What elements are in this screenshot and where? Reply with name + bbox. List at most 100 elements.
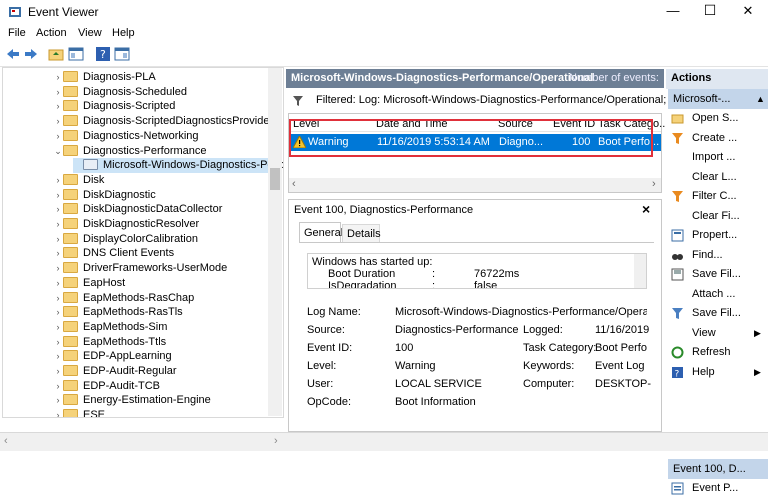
action-item[interactable]: Attach ... xyxy=(666,285,766,304)
tab-general[interactable]: General xyxy=(299,222,343,242)
status-scroll-left-icon[interactable]: ‹ xyxy=(4,435,8,447)
action-item[interactable]: Save Fil... xyxy=(666,265,766,284)
action-item[interactable]: Find... xyxy=(666,246,766,265)
chevron-right-icon[interactable]: › xyxy=(53,305,63,320)
tree-item[interactable]: › DiskDiagnostic xyxy=(53,188,156,203)
chevron-right-icon[interactable]: › xyxy=(53,335,63,350)
actions-section-log[interactable]: Microsoft-... ▲ xyxy=(668,89,768,109)
tree-item[interactable]: › DiskDiagnosticResolver xyxy=(53,217,199,232)
tree-item[interactable]: › EDP-Audit-Regular xyxy=(53,364,177,379)
tree-item[interactable]: › Diagnostics-Networking xyxy=(53,129,199,144)
tree-item[interactable]: › EapHost xyxy=(53,276,125,291)
tree-vertical-scrollbar[interactable] xyxy=(268,68,282,416)
action-item[interactable]: Save Fil... xyxy=(666,304,766,323)
forward-icon[interactable] xyxy=(23,46,39,62)
chevron-right-icon[interactable]: › xyxy=(53,393,63,408)
chevron-right-icon[interactable]: › xyxy=(53,173,63,188)
actions-title: Actions xyxy=(671,72,712,84)
chevron-right-icon[interactable]: › xyxy=(53,188,63,203)
chevron-right-icon[interactable]: › xyxy=(53,349,63,364)
scroll-left-icon[interactable]: ‹ xyxy=(292,178,296,190)
action-item[interactable]: Clear Fi... xyxy=(666,207,766,226)
tree-item[interactable]: › DisplayColorCalibration xyxy=(53,232,198,247)
tree-item[interactable]: › Diagnosis-PLA xyxy=(53,70,156,85)
log-tree[interactable]: › Diagnosis-PLA › Diagnosis-Scheduled › Diagn… xyxy=(2,67,284,418)
tree-item[interactable]: › DriverFrameworks-UserMode xyxy=(53,261,227,276)
chevron-right-icon[interactable]: › xyxy=(53,276,63,291)
folder-icon xyxy=(63,365,78,376)
chevron-right-icon[interactable]: › xyxy=(53,364,63,379)
tree-item[interactable]: › ESE xyxy=(53,408,105,417)
action-item[interactable]: Clear L... xyxy=(666,168,766,187)
action-item[interactable]: Filter C... xyxy=(666,187,766,206)
tree-item[interactable]: › DNS Client Events xyxy=(53,246,174,261)
chevron-right-icon[interactable]: › xyxy=(53,379,63,394)
tree-item[interactable]: › EDP-Audit-TCB xyxy=(53,379,160,394)
tree-item[interactable]: › Diagnosis-ScriptedDiagnosticsProvider xyxy=(53,114,273,129)
chevron-right-icon[interactable]: › xyxy=(53,246,63,261)
tree-item[interactable]: › EapMethods-RasChap xyxy=(53,291,194,306)
menu-file[interactable]: File xyxy=(8,27,26,39)
show-hide-tree-icon[interactable] xyxy=(68,46,84,62)
tree-scroll-thumb[interactable] xyxy=(270,168,280,190)
tree-item[interactable]: › EapMethods-RasTls xyxy=(53,305,183,320)
tree-item[interactable]: Microsoft-Windows-Diagnostics-Perfo xyxy=(73,158,283,174)
chevron-right-icon[interactable]: › xyxy=(53,217,63,232)
up-folder-icon[interactable] xyxy=(48,46,64,62)
show-action-pane-icon[interactable] xyxy=(114,46,130,62)
folder-icon xyxy=(63,247,78,259)
action-item[interactable]: Propert... xyxy=(666,226,766,245)
action-item[interactable]: View ▶ xyxy=(666,324,766,343)
chevron-right-icon[interactable]: › xyxy=(53,70,63,85)
menu-action[interactable]: Action xyxy=(36,27,67,39)
status-scroll-right-icon[interactable]: › xyxy=(274,435,278,447)
tree-item[interactable]: › Diagnosis-Scheduled xyxy=(53,85,187,100)
detail-close-icon[interactable]: × xyxy=(642,201,650,217)
folder-icon xyxy=(63,115,78,127)
maximize-button[interactable]: ☐ xyxy=(700,2,720,19)
action-item[interactable]: Event P... xyxy=(666,479,766,498)
chevron-right-icon[interactable]: › xyxy=(53,408,63,417)
chevron-right-icon[interactable]: › xyxy=(53,320,63,335)
tree-item[interactable]: › EapMethods-Sim xyxy=(53,320,167,335)
chevron-right-icon[interactable]: › xyxy=(53,114,63,129)
chevron-right-icon[interactable]: › xyxy=(53,129,63,144)
tree-item[interactable]: › Disk xyxy=(53,173,104,188)
menu-help[interactable]: Help xyxy=(112,27,135,39)
tree-item[interactable]: › Energy-Estimation-Engine xyxy=(53,393,211,408)
menu-view[interactable]: View xyxy=(78,27,102,39)
tree-item-label: EDP-Audit-TCB xyxy=(83,379,161,392)
message-scrollbar[interactable] xyxy=(634,254,646,288)
help-icon[interactable]: ? xyxy=(95,46,111,62)
chevron-right-icon[interactable]: › xyxy=(53,85,63,100)
action-item[interactable]: ? Help ▶ xyxy=(666,363,766,382)
chevron-down-icon[interactable]: ⌄ xyxy=(53,144,63,159)
tree-item[interactable]: › Diagnosis-Scripted xyxy=(53,99,175,114)
chevron-right-icon[interactable]: › xyxy=(53,99,63,114)
chevron-right-icon[interactable]: › xyxy=(53,261,63,276)
title-bar: Event Viewer — ☐ ✕ xyxy=(0,0,768,24)
event-message-box[interactable]: Windows has started up: Boot Duration : … xyxy=(307,253,647,289)
chevron-right-icon[interactable]: › xyxy=(53,232,63,247)
action-item[interactable]: Create ... xyxy=(666,129,766,148)
scroll-right-icon[interactable]: › xyxy=(652,178,656,190)
tree-item[interactable]: › EDP-AppLearning xyxy=(53,349,172,364)
user-value: LOCAL SERVICE xyxy=(395,378,482,390)
tree-item[interactable]: ⌄ Diagnostics-Performance xyxy=(53,144,207,159)
filter-icon xyxy=(672,132,683,144)
actions-section-event[interactable]: Event 100, D... xyxy=(668,459,768,479)
list-horizontal-scrollbar[interactable]: ‹ › xyxy=(289,178,661,192)
minimize-button[interactable]: — xyxy=(663,3,683,18)
collapse-arrow-icon[interactable]: ▲ xyxy=(756,89,765,109)
chevron-right-icon[interactable]: › xyxy=(53,202,63,217)
tab-details[interactable]: Details xyxy=(342,224,381,242)
close-button[interactable]: ✕ xyxy=(738,3,758,19)
level-value: Warning xyxy=(395,360,436,372)
chevron-right-icon[interactable]: › xyxy=(53,291,63,306)
action-item[interactable]: Refresh xyxy=(666,343,766,362)
back-icon[interactable] xyxy=(5,46,21,62)
tree-item[interactable]: › DiskDiagnosticDataCollector xyxy=(53,202,222,217)
action-item[interactable]: Open S... xyxy=(666,109,766,128)
action-item[interactable]: Import ... xyxy=(666,148,766,167)
tree-item[interactable]: › EapMethods-Ttls xyxy=(53,335,166,350)
